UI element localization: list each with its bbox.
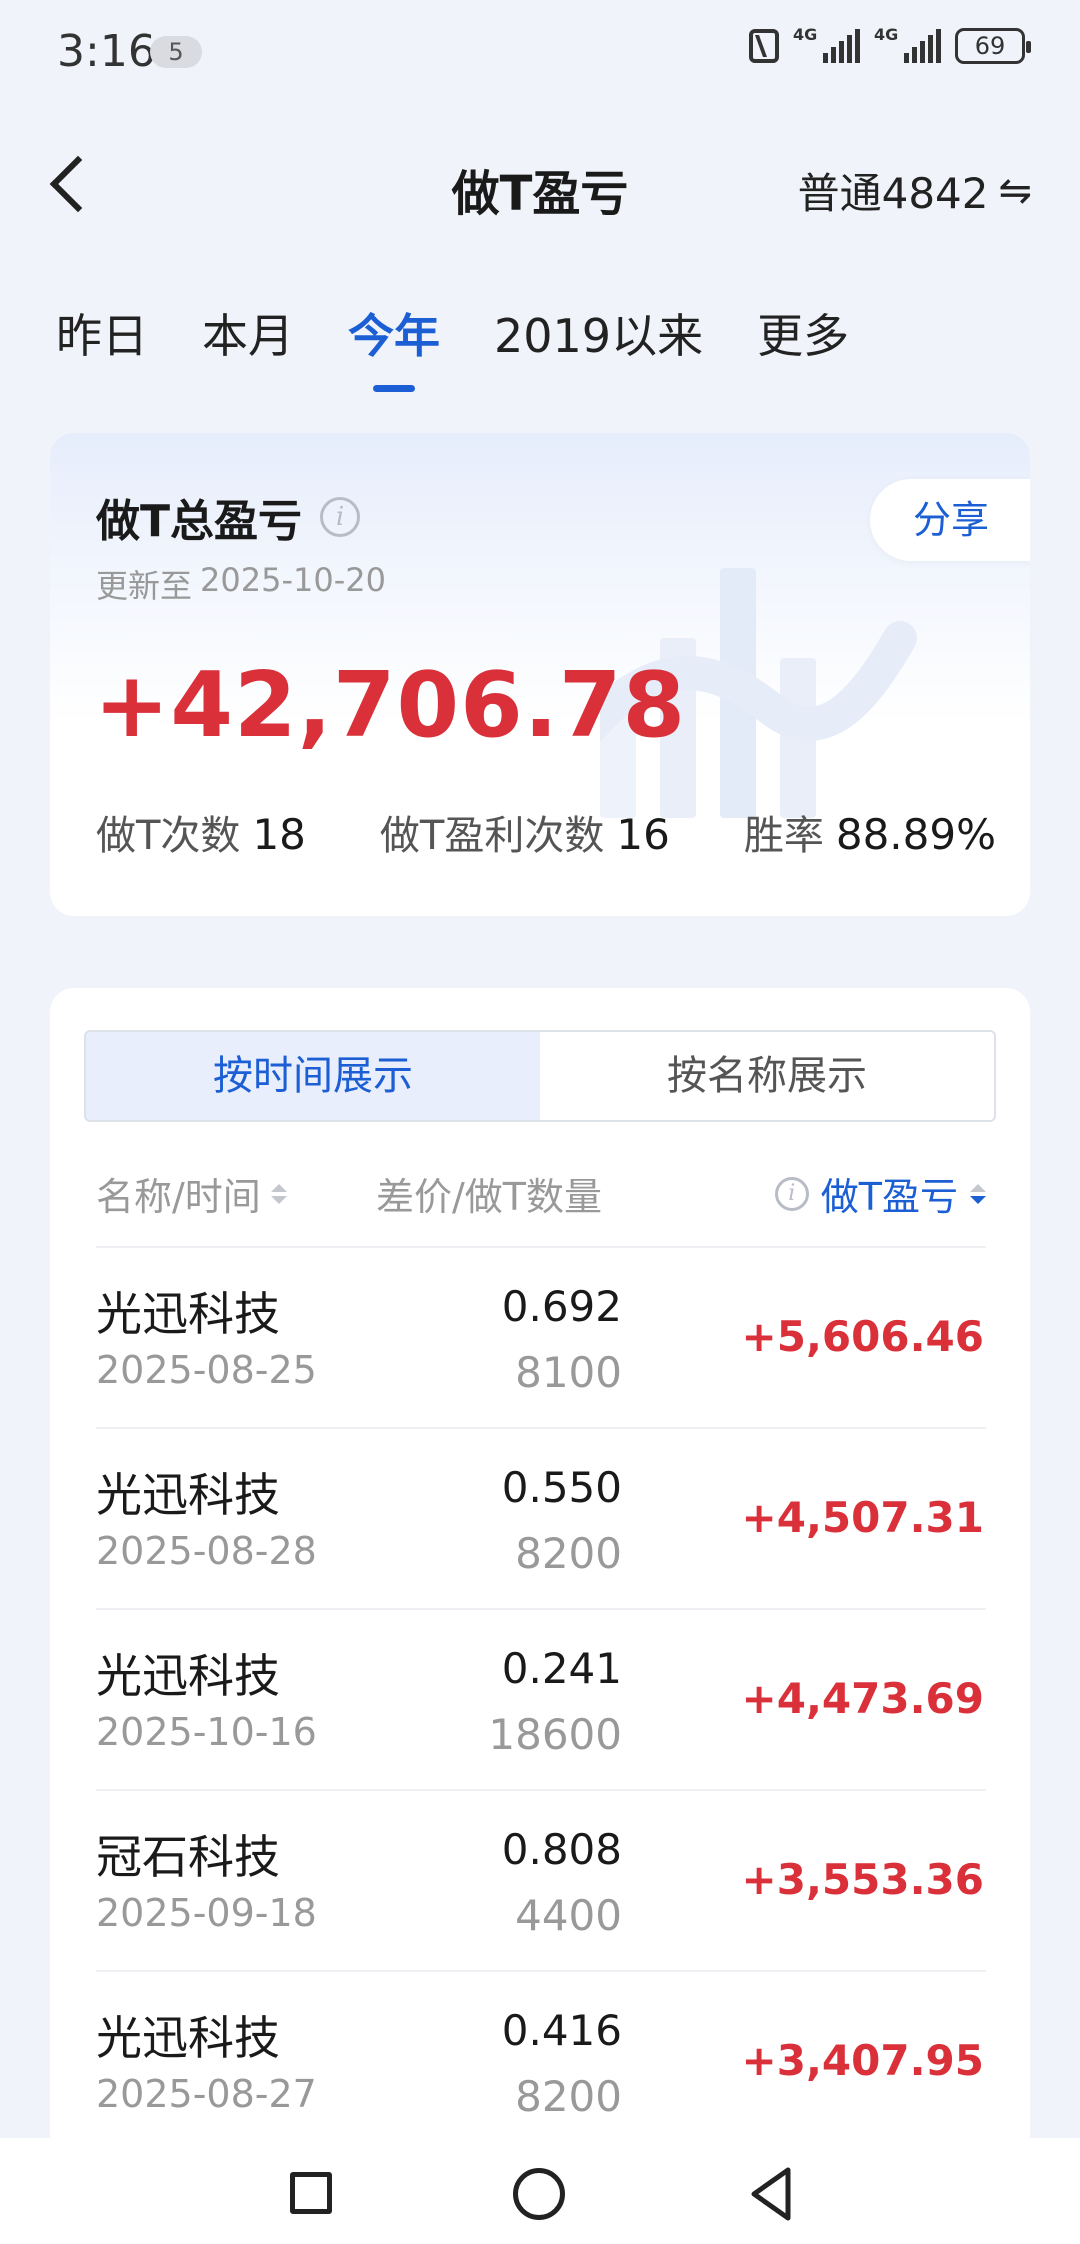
table-row[interactable]: 光迅科技 2025-08-25 0.692 8100 +5,606.46: [96, 1246, 986, 1427]
nfc-icon: [749, 29, 779, 63]
header: 做T盈亏 普通4842 ⇋: [0, 140, 1080, 230]
table-row[interactable]: 冠石科技 2025-09-18 0.808 4400 +3,553.36: [96, 1789, 986, 1970]
updated-date-value: 2025-10-20: [200, 561, 386, 599]
stat-winrate-label: 胜率: [743, 813, 824, 859]
summary-stats: 做T次数 18 做T盈利次数 16 胜率 88.89%: [96, 803, 996, 861]
segment-by-name[interactable]: 按名称展示: [540, 1032, 994, 1120]
row-qty: 8200: [515, 2072, 622, 2121]
header-pl[interactable]: i 做T盈亏: [774, 1166, 986, 1221]
summary-title: 做T总盈亏 i: [96, 485, 361, 549]
signal-label: 4G: [793, 25, 818, 44]
stat-profit-count-value: 16: [616, 810, 670, 859]
header-name-time[interactable]: 名称/时间: [96, 1166, 287, 1221]
header-diff-qty: 差价/做T数量: [376, 1175, 603, 1219]
battery-icon: 69: [955, 28, 1031, 64]
row-date: 2025-08-28: [96, 1529, 317, 1573]
tab-since-2019[interactable]: 2019以来: [494, 300, 703, 366]
row-diff: 0.692: [501, 1282, 622, 1331]
sort-desc-icon: [970, 1183, 986, 1204]
notification-count-badge: 5: [150, 36, 202, 68]
stat-profit-count: 做T盈利次数 16: [380, 803, 670, 861]
stat-count-label: 做T次数: [96, 813, 241, 859]
status-bar: 3:16 5 4G 4G 69: [0, 0, 1080, 110]
period-tabs: 昨日 本月 今年 2019以来 更多: [56, 300, 849, 366]
row-pl: +4,473.69: [741, 1674, 984, 1723]
segment-by-time[interactable]: 按时间展示: [86, 1032, 540, 1120]
table-body: 光迅科技 2025-08-25 0.692 8100 +5,606.46 光迅科…: [96, 1246, 986, 2151]
sort-icon: [270, 1183, 287, 1204]
row-date: 2025-10-16: [96, 1710, 317, 1754]
home-icon[interactable]: [513, 2168, 565, 2220]
total-profit: +42,706.78: [94, 653, 687, 758]
row-qty: 8100: [515, 1348, 622, 1397]
info-icon[interactable]: i: [774, 1176, 809, 1211]
tab-more[interactable]: 更多: [757, 300, 849, 366]
stat-count-value: 18: [252, 810, 306, 859]
row-date: 2025-09-18: [96, 1891, 317, 1935]
tab-this-year[interactable]: 今年: [348, 300, 440, 366]
row-qty: 4400: [515, 1891, 622, 1940]
summary-title-text: 做T总盈亏: [96, 496, 303, 547]
account-label: 普通4842: [797, 169, 989, 218]
row-stock-name: 光迅科技: [96, 2011, 280, 2065]
row-pl: +5,606.46: [741, 1312, 984, 1361]
header-name-time-label: 名称/时间: [96, 1175, 261, 1219]
share-button[interactable]: 分享: [870, 479, 1030, 561]
tab-yesterday[interactable]: 昨日: [56, 300, 148, 366]
stat-winrate: 胜率 88.89%: [744, 803, 996, 861]
row-pl: +3,553.36: [741, 1855, 984, 1904]
stat-winrate-value: 88.89%: [835, 810, 996, 859]
row-qty: 8200: [515, 1529, 622, 1578]
system-nav-bar: [0, 2138, 1080, 2244]
row-pl: +3,407.95: [741, 2036, 984, 2085]
signal-label: 4G: [874, 25, 899, 44]
header-pl-label: 做T盈亏: [820, 1175, 958, 1219]
signal-icon: 4G: [793, 25, 860, 63]
tab-this-month[interactable]: 本月: [202, 300, 294, 366]
row-date: 2025-08-25: [96, 1348, 317, 1392]
recent-apps-icon[interactable]: [290, 2172, 332, 2214]
row-qty: 18600: [488, 1710, 622, 1759]
status-icons: 4G 4G 69: [749, 25, 1031, 64]
row-diff: 0.241: [501, 1644, 622, 1693]
info-icon[interactable]: i: [320, 497, 361, 537]
updated-date: 更新至 2025-10-20: [96, 561, 386, 607]
row-diff: 0.550: [501, 1463, 622, 1512]
row-stock-name: 光迅科技: [96, 1468, 280, 1522]
swap-icon: ⇋: [998, 167, 1032, 214]
summary-card: 做T总盈亏 i 分享 更新至 2025-10-20 +42,706.78 做T次…: [50, 433, 1030, 916]
display-mode-toggle: 按时间展示 按名称展示: [84, 1030, 996, 1122]
stat-count: 做T次数 18: [96, 803, 306, 861]
table-row[interactable]: 光迅科技 2025-10-16 0.241 18600 +4,473.69: [96, 1608, 986, 1789]
row-diff: 0.416: [501, 2006, 622, 2055]
signal-icon: 4G: [874, 25, 941, 63]
stat-profit-count-label: 做T盈利次数: [379, 813, 605, 859]
table-row[interactable]: 光迅科技 2025-08-27 0.416 8200 +3,407.95: [96, 1970, 986, 2151]
updated-prefix: 更新至: [96, 567, 193, 605]
table-header: 名称/时间 差价/做T数量 i 做T盈亏: [96, 1166, 986, 1226]
row-stock-name: 光迅科技: [96, 1649, 280, 1703]
row-stock-name: 光迅科技: [96, 1287, 280, 1341]
table-row[interactable]: 光迅科技 2025-08-28 0.550 8200 +4,507.31: [96, 1427, 986, 1608]
row-pl: +4,507.31: [741, 1493, 984, 1542]
records-card: 按时间展示 按名称展示 名称/时间 差价/做T数量 i 做T盈亏 光迅科技 20…: [50, 988, 1030, 2244]
account-switcher[interactable]: 普通4842 ⇋: [798, 160, 1032, 221]
row-diff: 0.808: [501, 1825, 622, 1874]
row-stock-name: 冠石科技: [96, 1830, 280, 1884]
status-time: 3:16: [57, 26, 156, 77]
row-date: 2025-08-27: [96, 2072, 317, 2116]
system-back-icon[interactable]: [748, 2166, 794, 2222]
